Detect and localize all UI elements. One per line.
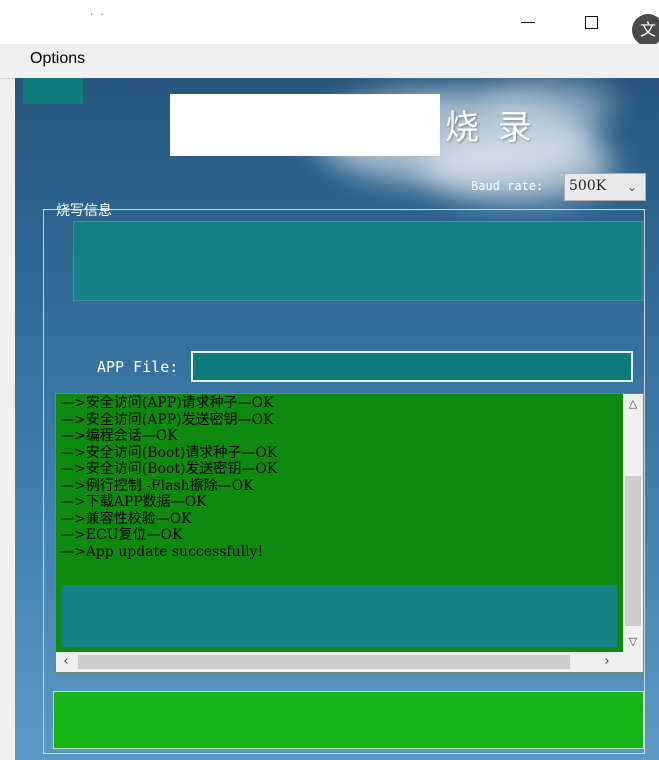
chevron-left-icon[interactable]: ‹: [56, 652, 76, 672]
minimize-button[interactable]: [508, 6, 548, 38]
scroll-corner: [623, 652, 643, 672]
close-button[interactable]: 文: [632, 14, 659, 46]
log-line: —>例行控制 -Flash擦除—OK: [60, 477, 254, 494]
group-title: 烧写信息: [56, 203, 112, 219]
log-line: —>安全访问(APP)发送密钥—OK: [60, 411, 274, 428]
maximize-button[interactable]: [571, 6, 611, 38]
status-panel: [53, 691, 644, 749]
log-output[interactable]: —>安全访问(APP)请求种子—OK —>安全访问(APP)发送密钥—OK —>…: [55, 393, 644, 673]
vertical-scrollbar[interactable]: △ ▽: [623, 394, 643, 652]
header-title: 烧 录: [445, 108, 536, 148]
app-file-input[interactable]: [191, 351, 633, 382]
redacted-title-block: [170, 94, 440, 156]
log-line: —>兼容性校验—OK: [60, 510, 192, 527]
log-line: —>安全访问(Boot)发送密钥—OK: [60, 461, 278, 477]
log-line: —>下载APP数据—OK: [60, 494, 207, 510]
horizontal-scroll-thumb[interactable]: [78, 655, 570, 669]
teal-block: [23, 78, 83, 104]
log-line: —>ECU复位—OK: [60, 527, 183, 543]
chevron-up-icon[interactable]: △: [623, 394, 643, 414]
chevron-down-icon[interactable]: ⌄: [621, 176, 643, 198]
log-lines: —>安全访问(APP)请求种子—OK —>安全访问(APP)发送密钥—OK —>…: [60, 395, 620, 560]
baud-rate-select[interactable]: 500K ⌄: [564, 173, 646, 201]
baud-rate-value: 500K: [569, 178, 607, 194]
redacted-log-block: [61, 585, 617, 647]
log-line: —>App update successfully!: [60, 543, 264, 560]
chevron-right-icon[interactable]: ›: [597, 652, 617, 672]
maximize-icon: [584, 15, 598, 29]
chevron-down-icon[interactable]: ▽: [623, 632, 643, 652]
info-panel: [73, 221, 643, 301]
log-line: —>编程会话—OK: [60, 428, 178, 444]
menu-options[interactable]: Options: [30, 50, 85, 68]
baud-rate-label: Baud rate:: [471, 179, 544, 193]
menu-bar: Options: [0, 44, 659, 79]
log-line: —>安全访问(Boot)请求种子—OK: [60, 444, 278, 461]
app-file-label: APP File:: [97, 358, 179, 376]
minimize-icon: [521, 21, 535, 23]
horizontal-scrollbar[interactable]: ‹ ›: [56, 652, 625, 672]
title-bar: · · 文: [0, 0, 659, 46]
translate-icon: 文: [639, 20, 656, 39]
main-panel: 烧 录 Baud rate: 500K ⌄ 烧写信息 APP File: —>安…: [15, 78, 659, 760]
window-title: · ·: [90, 10, 106, 21]
vertical-scroll-thumb[interactable]: [625, 476, 641, 626]
log-line: —>安全访问(APP)请求种子—OK: [60, 395, 274, 411]
